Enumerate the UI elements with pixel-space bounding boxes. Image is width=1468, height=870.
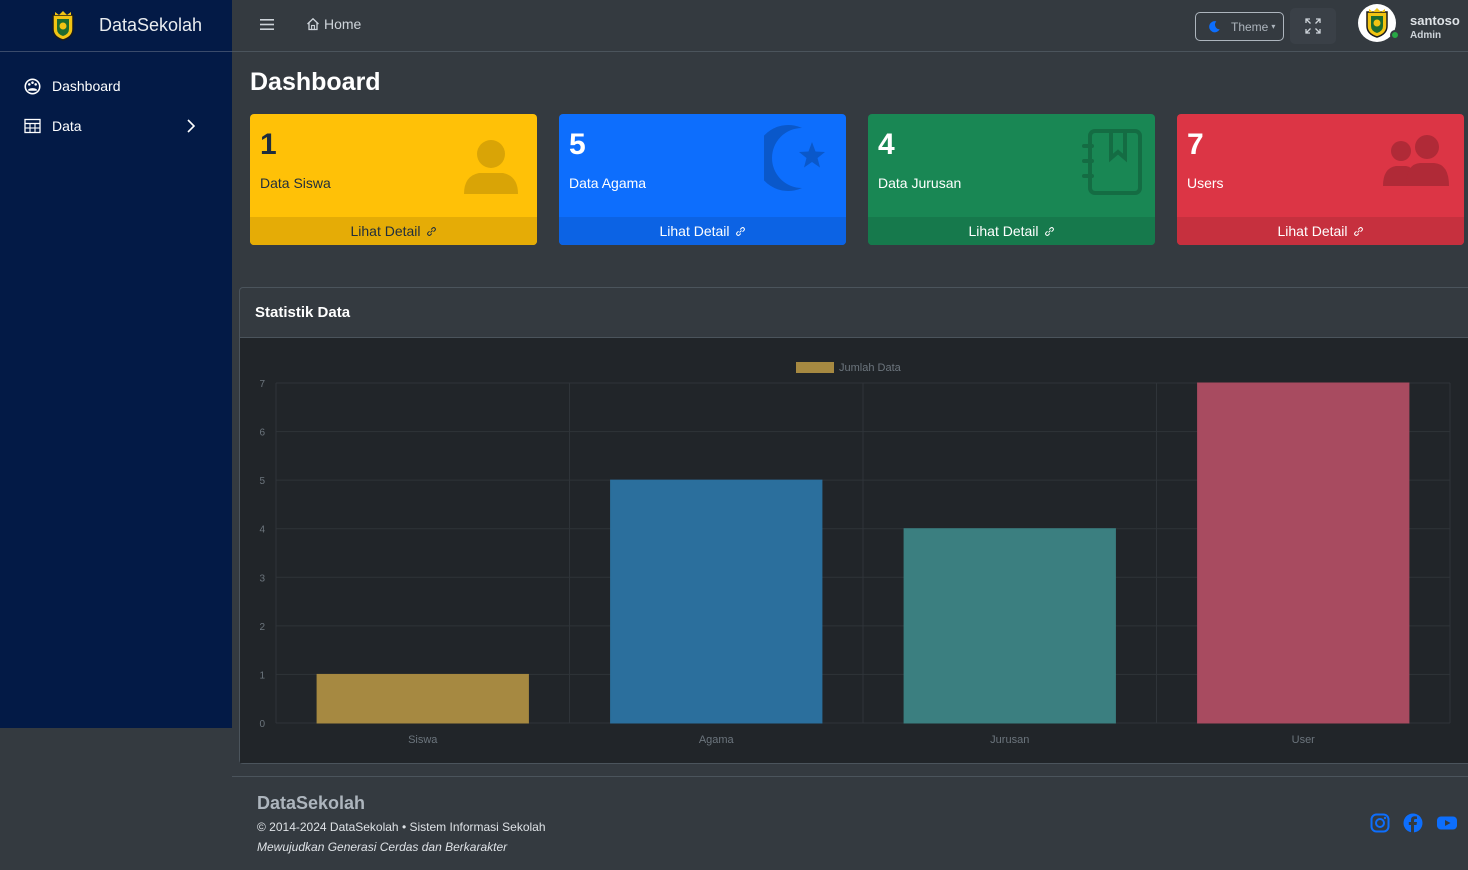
card-title-text: Statistik Data [255, 304, 351, 321]
chart-area: 0 1 2 3 4 5 6 7 Siswa Agama Jurusan User Jumlah Data [240, 338, 1468, 763]
link-icon [1353, 226, 1363, 236]
instagram-icon[interactable] [1370, 813, 1390, 833]
footer-copyright: © 2014-2024 DataSekolah • Sistem Informa… [257, 820, 546, 834]
legend-label: Jumlah Data [839, 362, 902, 374]
page-footer: DataSekolah © 2014-2024 DataSekolah • Si… [232, 776, 1468, 870]
stat-label: Data Agama [569, 175, 647, 191]
y-tick-label: 4 [259, 525, 265, 536]
stat-detail-link[interactable]: Lihat Detail [250, 217, 537, 245]
topbar: Home Theme ▾ santoso Admin [232, 0, 1468, 52]
y-tick-label: 3 [259, 573, 265, 584]
sidebar-nav: Dashboard Data [0, 52, 232, 146]
sidebar-item-data[interactable]: Data [0, 106, 232, 146]
link-icon [1044, 226, 1054, 236]
y-tick-label: 6 [259, 428, 265, 439]
theme-label: Theme [1231, 19, 1269, 34]
theme-dropdown-button[interactable]: Theme ▾ [1195, 12, 1284, 41]
stat-detail-label: Lihat Detail [968, 223, 1039, 239]
y-tick-label: 2 [259, 622, 265, 633]
stat-label: Data Jurusan [878, 175, 962, 191]
fullscreen-icon [1305, 18, 1321, 34]
stat-detail-link[interactable]: Lihat Detail [868, 217, 1155, 245]
stat-detail-link[interactable]: Lihat Detail [1177, 217, 1464, 245]
stat-count: 7 [1187, 128, 1204, 161]
person-icon [464, 140, 518, 194]
fullscreen-button[interactable] [1290, 8, 1336, 44]
user-role: Admin [1410, 30, 1442, 41]
school-logo-icon [52, 10, 74, 41]
stat-box-siswa: 1 Data Siswa Lihat Detail [250, 114, 537, 245]
home-label: Home [324, 16, 362, 32]
link-icon [426, 226, 436, 236]
bar-chart: 0 1 2 3 4 5 6 7 Siswa Agama Jurusan User Jumlah Data [259, 362, 1451, 746]
palette-icon [24, 77, 41, 95]
house-icon [307, 17, 319, 31]
stat-box-jurusan: 4 Data Jurusan Lihat Detail [868, 114, 1155, 245]
x-tick-label: Agama [699, 734, 735, 746]
x-tick-label: Siswa [408, 734, 438, 746]
stat-detail-link[interactable]: Lihat Detail [559, 217, 846, 245]
brand-name: DataSekolah [99, 15, 203, 35]
stat-detail-label: Lihat Detail [659, 223, 730, 239]
y-tick-label: 1 [259, 670, 265, 681]
youtube-icon[interactable] [1436, 813, 1458, 833]
bar-jurusan [903, 528, 1116, 724]
facebook-icon[interactable] [1403, 813, 1423, 833]
statistik-card: Statistik Data 0 1 2 3 4 5 6 7 Siswa Agama Jurusan… [239, 287, 1468, 764]
star-crescent-icon [764, 125, 825, 191]
bar-agama [610, 479, 823, 724]
page-title: Dashboard [250, 68, 381, 96]
brand-link[interactable]: DataSekolah [0, 0, 232, 52]
home-link[interactable]: Home [306, 16, 361, 32]
stat-count: 4 [878, 128, 895, 161]
stat-detail-label: Lihat Detail [350, 223, 421, 239]
sidebar-item-dashboard[interactable]: Dashboard [0, 66, 232, 106]
sidebar-item-label: Data [52, 118, 82, 134]
table-icon [24, 118, 41, 134]
bar-user [1197, 382, 1410, 724]
journal-bookmark-icon [1082, 129, 1142, 195]
x-tick-label: Jurusan [990, 734, 1029, 746]
stat-count: 1 [260, 128, 277, 161]
card-title: Statistik Data [240, 288, 1468, 338]
y-tick-label: 5 [259, 476, 265, 487]
caret-down-icon: ▾ [1271, 22, 1276, 31]
x-tick-label: User [1292, 734, 1316, 746]
footer-brand: DataSekolah [257, 793, 366, 813]
hamburger-menu-icon[interactable] [260, 18, 274, 31]
stat-label: Data Siswa [260, 175, 331, 191]
stat-count: 5 [569, 128, 586, 161]
chevron-right-icon [187, 119, 195, 133]
stat-detail-label: Lihat Detail [1277, 223, 1348, 239]
stat-label: Users [1187, 175, 1224, 191]
y-tick-label: 7 [259, 379, 265, 390]
moon-icon [1209, 21, 1220, 33]
legend-swatch [796, 362, 834, 373]
sidebar-item-label: Dashboard [52, 78, 121, 94]
stat-box-users: 7 Users Lihat Detail [1177, 114, 1464, 245]
bar-siswa [316, 673, 529, 724]
user-name[interactable]: santoso [1410, 13, 1460, 28]
sidebar: DataSekolah Dashboard Data [0, 0, 232, 728]
stat-box-agama: 5 Data Agama Lihat Detail [559, 114, 846, 245]
y-tick-label: 0 [259, 719, 265, 730]
school-logo-icon [1366, 8, 1388, 38]
people-icon [1383, 135, 1449, 186]
online-status-dot [1390, 30, 1400, 40]
link-icon [735, 226, 745, 236]
footer-tagline: Mewujudkan Generasi Cerdas dan Berkarakt… [257, 840, 508, 854]
